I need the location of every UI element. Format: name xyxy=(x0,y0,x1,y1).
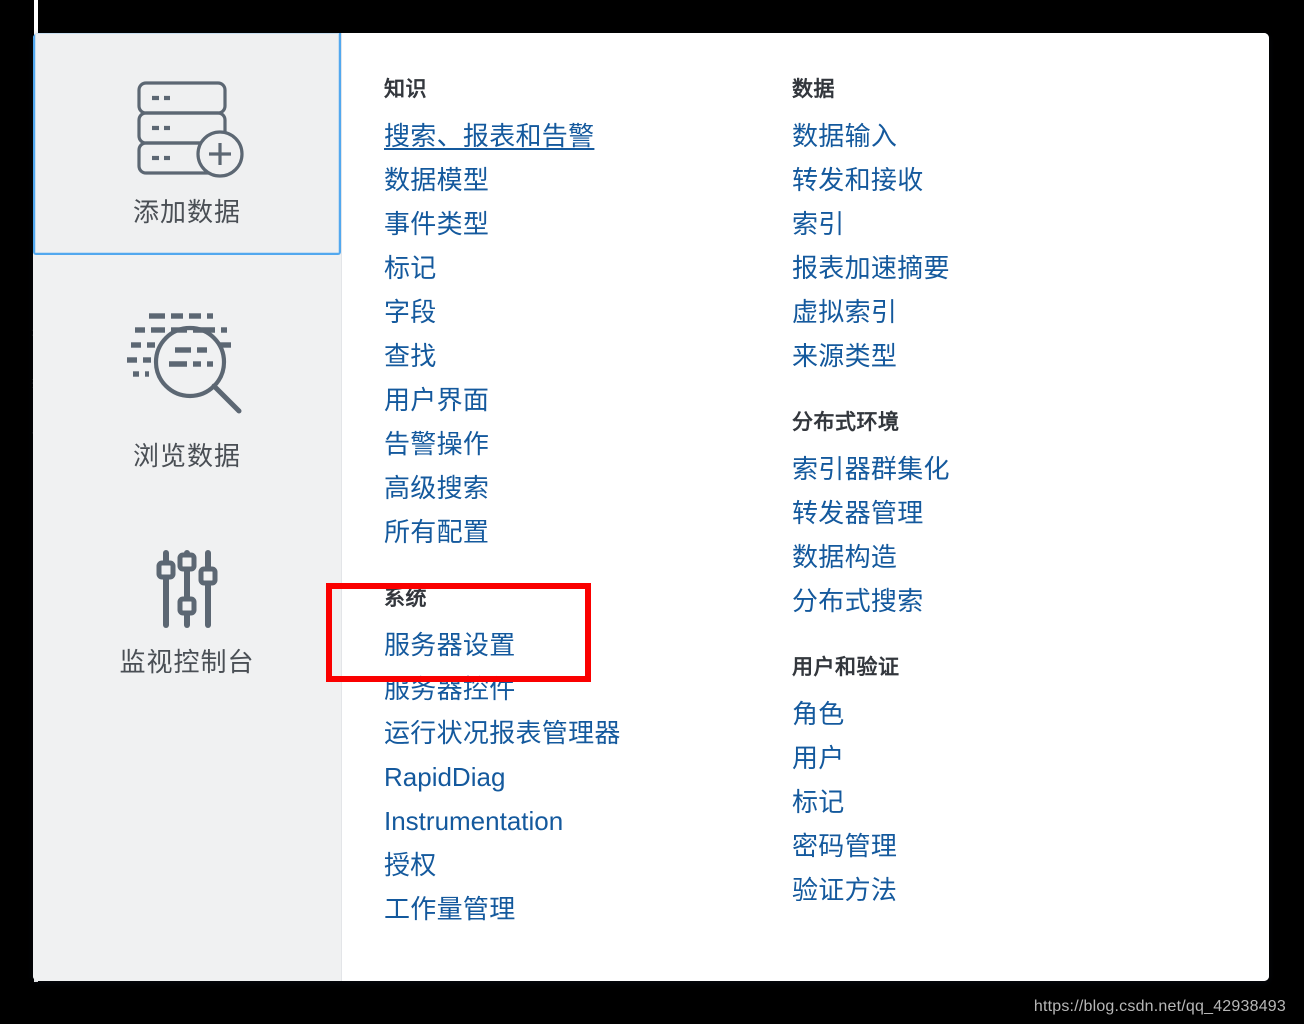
nav-group-knowledge: 知识 搜索、报表和告警 数据模型 事件类型 标记 字段 查找 用户界面 告警操作… xyxy=(384,75,762,554)
sidebar-item-label: 添加数据 xyxy=(132,197,241,227)
nav-link-search-reports-alerts[interactable]: 搜索、报表和告警 xyxy=(384,114,762,158)
nav-link-server-settings[interactable]: 服务器设置 xyxy=(384,623,762,667)
nav-group-data: 数据 数据输入 转发和接收 索引 报表加速摘要 虚拟索引 来源类型 xyxy=(792,75,1182,378)
nav-link-data-models[interactable]: 数据模型 xyxy=(384,158,762,202)
server-add-icon xyxy=(35,61,339,185)
sidebar-item-add-data[interactable]: 添加数据 xyxy=(33,33,341,255)
nav-link-forwarder-management[interactable]: 转发器管理 xyxy=(792,491,1182,535)
magnifier-data-icon xyxy=(33,301,341,429)
nav-link-tokens[interactable]: 标记 xyxy=(792,780,1182,824)
nav-group-users-and-authentication: 用户和验证 角色 用户 标记 密码管理 验证方法 xyxy=(792,653,1182,912)
nav-link-all-configurations[interactable]: 所有配置 xyxy=(384,510,762,554)
nav-link-data-inputs[interactable]: 数据输入 xyxy=(792,114,1182,158)
nav-link-advanced-search[interactable]: 高级搜索 xyxy=(384,466,762,510)
sidebar: 添加数据 浏览数据 监视控制台 xyxy=(33,33,342,981)
sliders-icon xyxy=(33,543,341,635)
nav-link-server-controls[interactable]: 服务器控件 xyxy=(384,667,762,711)
nav-link-event-types[interactable]: 事件类型 xyxy=(384,202,762,246)
group-title: 数据 xyxy=(792,78,835,101)
nav-link-indexer-clustering[interactable]: 索引器群集化 xyxy=(792,447,1182,491)
nav-link-alert-actions[interactable]: 告警操作 xyxy=(384,422,762,466)
nav-link-lookups[interactable]: 查找 xyxy=(384,334,762,378)
group-title: 系统 xyxy=(384,587,427,610)
nav-link-instrumentation[interactable]: Instrumentation xyxy=(384,799,762,843)
sidebar-item-browse-data[interactable]: 浏览数据 xyxy=(33,255,341,497)
group-title: 知识 xyxy=(384,78,427,101)
group-title: 用户和验证 xyxy=(792,656,900,679)
nav-link-distributed-search[interactable]: 分布式搜索 xyxy=(792,579,1182,623)
nav-link-health-report-manager[interactable]: 运行状况报表管理器 xyxy=(384,711,762,755)
nav-link-licensing[interactable]: 授权 xyxy=(384,843,762,887)
nav-link-virtual-indexes[interactable]: 虚拟索引 xyxy=(792,290,1182,334)
sidebar-item-label: 浏览数据 xyxy=(132,441,241,471)
nav-link-report-acceleration-summaries[interactable]: 报表加速摘要 xyxy=(792,246,1182,290)
nav-link-roles[interactable]: 角色 xyxy=(792,692,1182,736)
nav-column-1: 知识 搜索、报表和告警 数据模型 事件类型 标记 字段 查找 用户界面 告警操作… xyxy=(342,75,762,981)
nav-link-users[interactable]: 用户 xyxy=(792,736,1182,780)
group-title: 分布式环境 xyxy=(792,411,900,434)
nav-link-tags[interactable]: 标记 xyxy=(384,246,762,290)
sidebar-item-label: 监视控制台 xyxy=(119,647,255,677)
watermark-text: https://blog.csdn.net/qq_42938493 xyxy=(1033,998,1286,1015)
nav-link-data-fabric[interactable]: 数据构造 xyxy=(792,535,1182,579)
nav-link-workload-management[interactable]: 工作量管理 xyxy=(384,887,762,931)
nav-link-user-interface[interactable]: 用户界面 xyxy=(384,378,762,422)
nav-link-columns: 知识 搜索、报表和告警 数据模型 事件类型 标记 字段 查找 用户界面 告警操作… xyxy=(342,33,1269,981)
nav-column-2: 数据 数据输入 转发和接收 索引 报表加速摘要 虚拟索引 来源类型 分布式环境 … xyxy=(762,75,1182,981)
nav-link-source-types[interactable]: 来源类型 xyxy=(792,334,1182,378)
nav-link-forwarding-and-receiving[interactable]: 转发和接收 xyxy=(792,158,1182,202)
nav-group-system: 系统 服务器设置 服务器控件 运行状况报表管理器 RapidDiag Instr… xyxy=(384,584,762,931)
nav-link-authentication-methods[interactable]: 验证方法 xyxy=(792,868,1182,912)
nav-link-indexes[interactable]: 索引 xyxy=(792,202,1182,246)
nav-group-distributed-environment: 分布式环境 索引器群集化 转发器管理 数据构造 分布式搜索 xyxy=(792,408,1182,623)
sidebar-item-monitoring-console[interactable]: 监视控制台 xyxy=(33,497,341,703)
nav-link-rapiddiag[interactable]: RapidDiag xyxy=(384,755,762,799)
nav-link-fields[interactable]: 字段 xyxy=(384,290,762,334)
nav-link-password-management[interactable]: 密码管理 xyxy=(792,824,1182,868)
nav-popup-panel: 添加数据 浏览数据 监视控制台 知识 搜索、报表和告警 数据模型 事件类型 标记… xyxy=(33,33,1269,981)
